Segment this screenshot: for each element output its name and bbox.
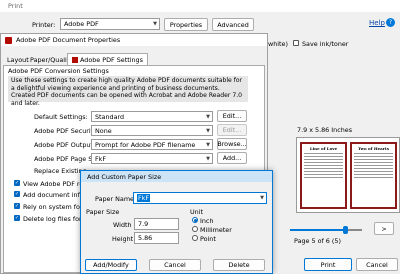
add-modify-button[interactable]: Add/Modify: [85, 259, 137, 271]
print-dialog-title: Print: [8, 2, 23, 10]
chevron-down-icon: ▼: [260, 195, 264, 201]
save-ink-checkbox[interactable]: [293, 40, 299, 46]
replace-existing-label: Replace Existing: [34, 167, 87, 175]
security-select[interactable]: None ▼: [91, 125, 213, 136]
pdf-properties-title: Adobe PDF Document Properties: [16, 36, 121, 44]
printer-select[interactable]: Adobe PDF ▼: [60, 18, 160, 30]
preview-size-label: 7.9 x 5.86 Inches: [297, 126, 353, 134]
advanced-button[interactable]: Advanced: [212, 18, 254, 31]
system-fonts-checkbox[interactable]: ✓: [14, 203, 20, 209]
edit-default-settings-button[interactable]: Edit...: [217, 110, 247, 122]
page-size-select[interactable]: FkF ▼: [91, 153, 213, 164]
print-dialog-titlebar: Print: [0, 0, 400, 12]
paper-names-combobox[interactable]: FkF ▼: [133, 192, 267, 204]
preview-page-right: Two of Hearts: [350, 142, 397, 209]
edit-security-button: Edit...: [217, 124, 247, 136]
properties-button[interactable]: Properties: [164, 18, 208, 31]
slider-fill: [290, 229, 346, 231]
chevron-down-icon: ▼: [206, 141, 210, 148]
chevron-down-icon: ▼: [206, 113, 210, 120]
page-slider[interactable]: [290, 226, 362, 234]
height-input[interactable]: 5.86: [134, 232, 179, 244]
browse-button[interactable]: Browse...: [217, 138, 247, 150]
custom-paper-cancel-button[interactable]: Cancel: [149, 259, 201, 271]
printer-label: Printer:: [32, 21, 56, 29]
custom-paper-dialog: Add Custom Paper Size Paper Names: FkF ▼…: [80, 170, 273, 274]
add-page-size-button[interactable]: Add...: [217, 152, 247, 164]
view-pdf-checkbox[interactable]: ✓: [14, 180, 20, 186]
preview-right-heading: Two of Hearts: [358, 146, 389, 151]
custom-paper-delete-button[interactable]: Delete: [213, 259, 265, 271]
custom-paper-title: Add Custom Paper Size: [87, 172, 162, 181]
adobe-pdf-icon: [5, 36, 12, 44]
slider-thumb[interactable]: [343, 226, 348, 234]
output-folder-select[interactable]: Prompt for Adobe PDF filename ▼: [91, 139, 213, 150]
print-preview: Line of Love Two of Hearts: [296, 137, 400, 213]
adobe-pdf-tab-icon: [72, 56, 78, 63]
white-text: white): [268, 40, 288, 48]
custom-paper-titlebar: Add Custom Paper Size: [81, 171, 272, 182]
help-icon[interactable]: ?: [386, 18, 395, 27]
preview-left-heading: Line of Love: [309, 146, 338, 151]
help-link[interactable]: Help: [369, 19, 385, 27]
print-button[interactable]: Print: [304, 258, 352, 271]
add-document-info-checkbox[interactable]: ✓: [14, 191, 20, 197]
chevron-down-icon: ▼: [206, 155, 210, 162]
unit-millimeter-label: Millimeter: [200, 226, 232, 234]
unit-inch-radio[interactable]: [192, 217, 198, 223]
unit-point-label: Point: [200, 235, 216, 243]
default-settings-select[interactable]: Standard ▼: [91, 111, 213, 122]
unit-label: Unit: [190, 208, 204, 216]
page-indicator: Page 5 of 6 (5): [294, 237, 341, 245]
save-ink-label: Save ink/toner: [302, 40, 349, 48]
security-label: Adobe PDF Security:: [34, 127, 99, 135]
print-cancel-button[interactable]: Cancel: [356, 258, 398, 271]
paper-size-label: Paper Size: [86, 208, 120, 216]
next-page-button[interactable]: >: [374, 222, 394, 235]
delete-log-checkbox[interactable]: ✓: [14, 215, 20, 221]
unit-point-radio[interactable]: [192, 235, 198, 241]
default-settings-label: Default Settings:: [34, 113, 88, 121]
chevron-down-icon: ▼: [206, 127, 210, 134]
height-label: Height: [112, 235, 134, 243]
preview-page-left: Line of Love: [300, 142, 347, 209]
width-input[interactable]: 7.9: [134, 218, 179, 230]
chevron-down-icon: ▼: [153, 21, 157, 27]
width-label: Width: [113, 221, 132, 229]
unit-millimeter-radio[interactable]: [192, 226, 198, 232]
conversion-settings-title: Adobe PDF Conversion Settings: [8, 67, 109, 75]
view-pdf-label: View Adobe PDF res: [23, 180, 87, 188]
tab-adobe-pdf-settings[interactable]: Adobe PDF Settings: [67, 53, 148, 65]
pdf-properties-titlebar: Adobe PDF Document Properties: [1, 34, 267, 46]
unit-inch-label: Inch: [200, 217, 214, 225]
conversion-description: Use these settings to create high qualit…: [8, 76, 248, 107]
